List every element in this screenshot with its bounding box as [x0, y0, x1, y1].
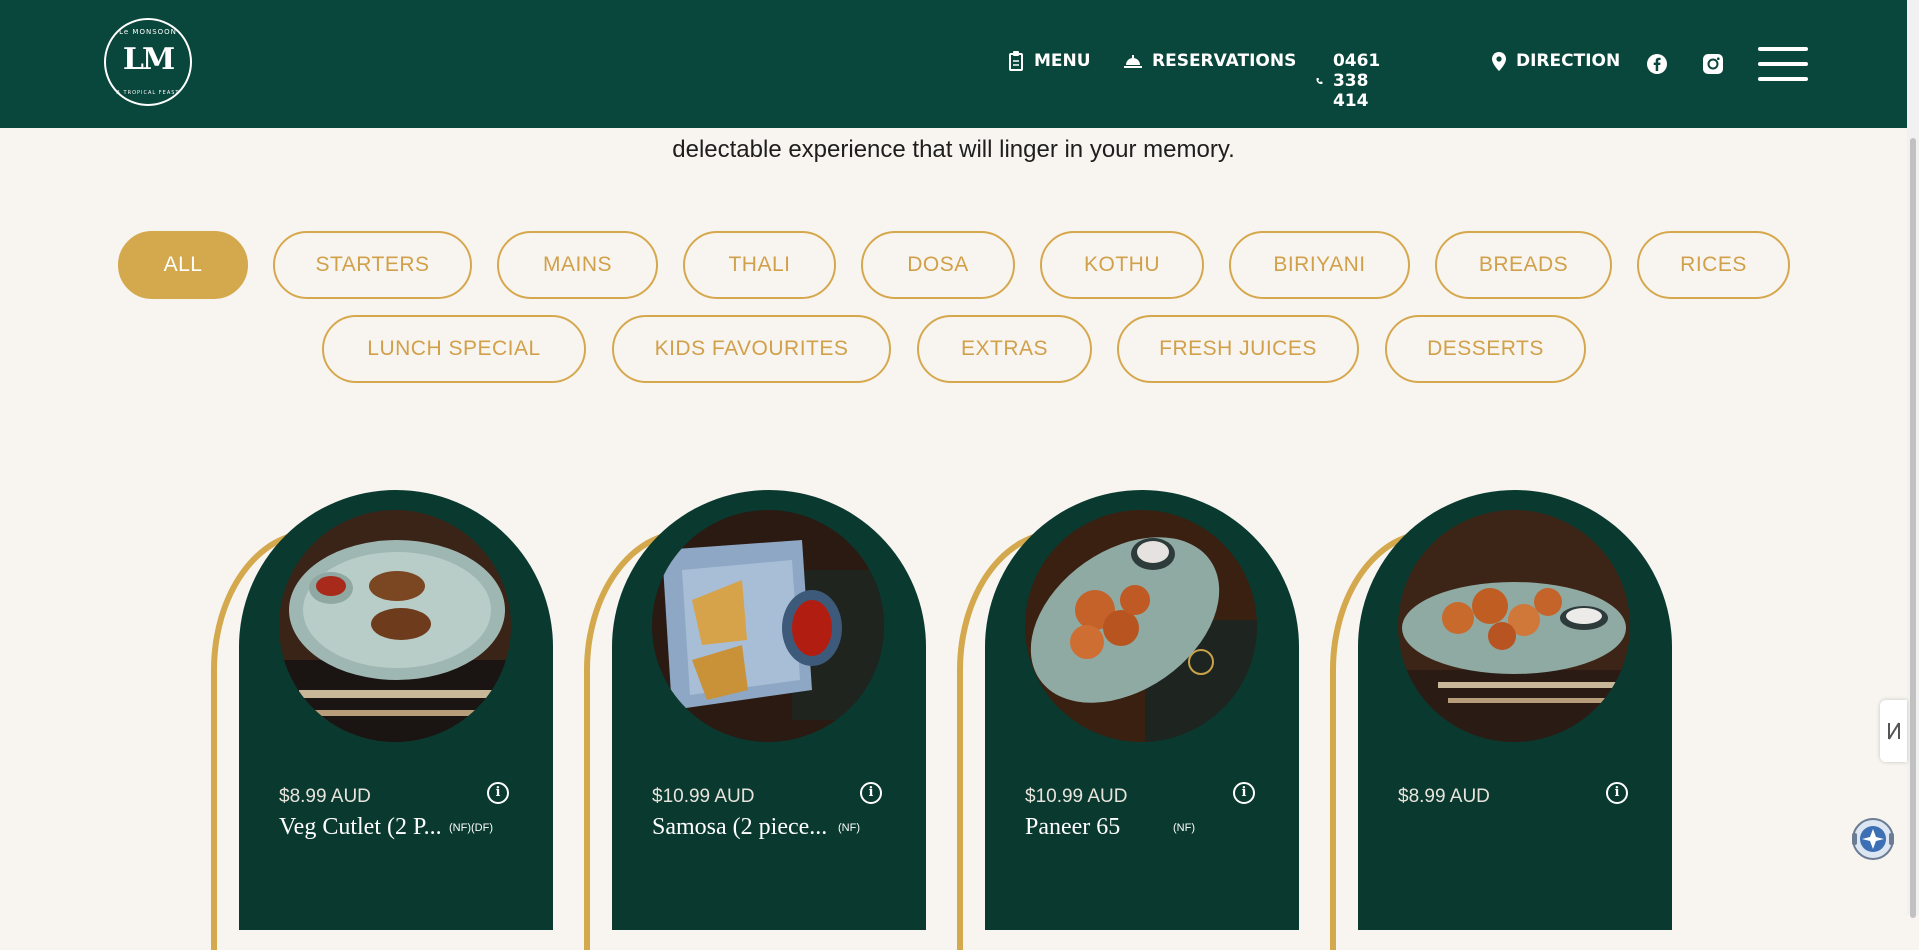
filter-thali[interactable]: THALI	[683, 231, 836, 299]
expand-arrows-icon	[1887, 722, 1900, 740]
filter-starters[interactable]: STARTERS	[273, 231, 472, 299]
card-price: $8.99 AUD	[279, 786, 371, 807]
hamburger-line	[1758, 62, 1808, 66]
card-diet-tag: (NF)	[838, 822, 860, 834]
side-tool-tab[interactable]	[1880, 700, 1907, 762]
hamburger-line	[1758, 47, 1808, 51]
nav-reservations-label: RESERVATIONS	[1152, 51, 1297, 71]
facebook-icon[interactable]	[1646, 53, 1668, 75]
intro-text: delectable experience that will linger i…	[672, 136, 1235, 163]
card-price: $10.99 AUD	[652, 786, 755, 807]
card-diet-tag: (NF)	[1173, 822, 1195, 834]
info-icon[interactable]: i	[860, 782, 882, 804]
filter-mains[interactable]: MAINS	[497, 231, 658, 299]
card-price: $10.99 AUD	[1025, 786, 1128, 807]
site-logo[interactable]: Le MONSOON LM A TROPICAL FEAST	[104, 18, 192, 106]
info-icon[interactable]: i	[1233, 782, 1255, 804]
filter-all[interactable]: ALL	[118, 231, 248, 299]
dish-photo-veg-cutlet	[279, 510, 511, 742]
info-icon[interactable]: i	[1606, 782, 1628, 804]
logo-top-text: Le MONSOON	[119, 28, 177, 36]
dish-photo-fritters	[1398, 510, 1630, 742]
nav-phone-label: 0461 338 414	[1332, 51, 1381, 111]
menu-card[interactable]: $10.99 AUD i Paneer 65 (NF)	[957, 490, 1299, 950]
hamburger-line	[1758, 77, 1808, 81]
nav-menu-link[interactable]: MENU	[1008, 51, 1091, 71]
filter-kothu[interactable]: KOTHU	[1040, 231, 1204, 299]
filter-desserts[interactable]: DESSERTS	[1385, 315, 1586, 383]
menu-book-icon	[1009, 51, 1023, 71]
card-dish-name: Samosa (2 piece...	[652, 814, 828, 840]
dish-photo-paneer-65	[1025, 510, 1257, 742]
scrollbar-thumb[interactable]	[1910, 138, 1916, 918]
nav-menu-label: MENU	[1034, 51, 1091, 71]
assistant-robot-icon[interactable]	[1848, 813, 1898, 861]
menu-card[interactable]: $10.99 AUD i Samosa (2 piece... (NF)	[584, 490, 926, 950]
nav-direction-link[interactable]: DIRECTION	[1492, 51, 1620, 71]
service-bell-icon	[1124, 55, 1142, 68]
nav-phone-link[interactable]: 0461 338 414	[1316, 51, 1389, 111]
hamburger-menu-button[interactable]	[1758, 47, 1808, 81]
site-header: Le MONSOON LM A TROPICAL FEAST MENU RESE…	[0, 0, 1907, 128]
filter-dosa[interactable]: DOSA	[861, 231, 1015, 299]
nav-reservations-link[interactable]: RESERVATIONS	[1124, 51, 1296, 71]
filter-lunch-special[interactable]: LUNCH SPECIAL	[322, 315, 586, 383]
card-dish-name: Veg Cutlet (2 P...	[279, 814, 442, 840]
logo-mark: LM	[122, 42, 175, 77]
filter-fresh-juices[interactable]: FRESH JUICES	[1117, 315, 1359, 383]
filter-rices[interactable]: RICES	[1637, 231, 1790, 299]
menu-card[interactable]: $8.99 AUD i	[1330, 490, 1672, 950]
card-dish-name: Paneer 65	[1025, 814, 1121, 840]
dish-photo-samosa	[652, 510, 884, 742]
menu-card[interactable]: $8.99 AUD i Veg Cutlet (2 P... (NF)(DF)	[211, 490, 553, 950]
page-scrollbar[interactable]	[1907, 0, 1919, 918]
location-pin-icon	[1492, 51, 1506, 71]
card-price: $8.99 AUD	[1398, 786, 1490, 807]
logo-bottom-text: A TROPICAL FEAST	[116, 90, 180, 96]
nav-direction-label: DIRECTION	[1516, 51, 1621, 71]
phone-icon	[1316, 77, 1323, 85]
instagram-icon[interactable]	[1702, 53, 1724, 75]
info-icon[interactable]: i	[487, 782, 509, 804]
card-diet-tag: (NF)(DF)	[449, 822, 493, 834]
filter-kids-favourites[interactable]: KIDS FAVOURITES	[612, 315, 891, 383]
filter-biriyani[interactable]: BIRIYANI	[1229, 231, 1410, 299]
filter-breads[interactable]: BREADS	[1435, 231, 1612, 299]
filter-extras[interactable]: EXTRAS	[917, 315, 1092, 383]
